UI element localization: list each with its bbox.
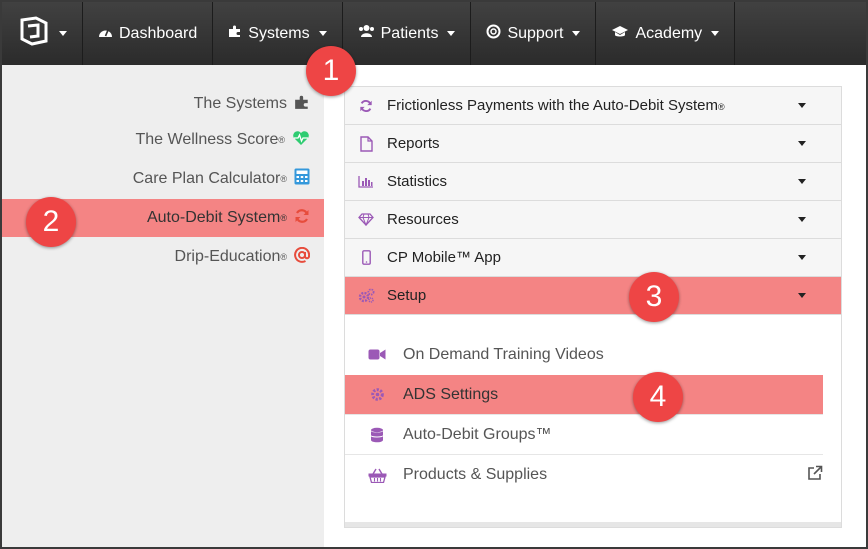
nav-patients-label: Patients	[380, 24, 439, 42]
systems-accordion: Frictionless Payments with the Auto-Debi…	[344, 86, 842, 528]
sidebar-item-wellness-score[interactable]: The Wellness Score®	[2, 121, 324, 159]
panel-footer	[345, 522, 841, 527]
chevron-down-icon	[798, 103, 806, 108]
top-navbar: Dashboard Systems Patients Support Acade…	[2, 2, 866, 65]
accordion-item-statistics[interactable]: Statistics	[345, 163, 841, 201]
sidebar: The Systems The Wellness Score® Care Pla…	[2, 65, 324, 547]
chevron-down-icon	[572, 31, 581, 36]
sidebar-item-label: Drip-Education®	[174, 248, 287, 265]
step-badge-3: 3	[629, 272, 679, 322]
diamond-icon	[357, 213, 375, 226]
menu-item-on-demand-training-videos[interactable]: On Demand Training Videos	[345, 335, 823, 375]
chevron-down-icon	[798, 179, 806, 184]
refresh-icon	[294, 208, 310, 229]
nav-patients[interactable]: Patients	[343, 2, 472, 65]
logo-icon	[18, 15, 50, 52]
puzzle-icon	[294, 94, 310, 115]
menu-item-label: Products & Supplies	[403, 466, 548, 483]
menu-item-label: On Demand Training Videos	[403, 345, 604, 363]
gears-icon	[357, 288, 375, 303]
chevron-down-icon	[798, 255, 806, 260]
accordion-item-label: Frictionless Payments with the Auto-Debi…	[387, 97, 725, 114]
nav-academy-label: Academy	[635, 24, 703, 42]
app-window: Dashboard Systems Patients Support Acade…	[0, 0, 868, 549]
accordion-item-reports[interactable]: Reports	[345, 125, 841, 163]
menu-item-label: Auto-Debit Groups™	[403, 425, 552, 443]
sidebar-item-label: Auto-Debit System®	[146, 209, 287, 226]
step-badge-4: 4	[633, 372, 683, 422]
accordion-item-label: Setup	[387, 287, 427, 304]
accordion-item-label: CP Mobile™ App	[387, 249, 501, 266]
sidebar-item-label: The Wellness Score®	[135, 131, 285, 148]
accordion-item-label: Resources	[387, 211, 459, 228]
accordion-item-cp-mobile-app[interactable]: CP Mobile™ App	[345, 239, 841, 277]
sidebar-item-care-plan-calculator[interactable]: Care Plan Calculator®	[2, 160, 324, 198]
accordion-item-frictionless-payments[interactable]: Frictionless Payments with the Auto-Debi…	[345, 87, 841, 125]
heartbeat-icon	[292, 130, 310, 151]
sidebar-item-label: The Systems	[193, 95, 287, 112]
accordion-item-resources[interactable]: Resources	[345, 201, 841, 239]
chevron-down-icon	[447, 31, 456, 36]
setup-submenu: On Demand Training Videos ADS Settings A…	[345, 315, 841, 525]
nav-dashboard[interactable]: Dashboard	[83, 2, 214, 65]
bar-chart-icon	[357, 175, 375, 188]
database-icon	[367, 427, 387, 443]
nav-support-label: Support	[507, 24, 564, 42]
accordion-item-setup[interactable]: Setup	[345, 277, 841, 315]
video-camera-icon	[367, 348, 387, 361]
step-badge-2: 2	[26, 197, 76, 247]
basket-icon	[367, 468, 387, 483]
users-icon	[358, 24, 375, 43]
external-link-icon[interactable]	[807, 465, 823, 486]
at-icon	[294, 246, 311, 268]
lifebuoy-icon	[486, 24, 501, 44]
chevron-down-icon	[798, 293, 806, 298]
menu-item-ads-settings[interactable]: ADS Settings	[345, 375, 823, 415]
chevron-down-icon	[798, 217, 806, 222]
sidebar-item-label: Care Plan Calculator®	[132, 170, 287, 187]
dashboard-icon	[98, 25, 113, 43]
graduation-cap-icon	[611, 25, 629, 43]
nav-systems-label: Systems	[248, 24, 310, 42]
nav-dashboard-label: Dashboard	[119, 24, 198, 42]
accordion-item-label: Statistics	[387, 173, 448, 190]
menu-item-products-supplies[interactable]: Products & Supplies	[345, 455, 823, 495]
chevron-down-icon	[318, 31, 327, 36]
gear-icon	[367, 387, 387, 402]
refresh-icon	[357, 99, 375, 113]
mobile-icon	[357, 250, 375, 265]
chevron-down-icon	[798, 141, 806, 146]
document-icon	[357, 135, 375, 152]
calculator-icon	[294, 168, 310, 190]
chevron-down-icon	[711, 31, 720, 36]
sidebar-item-the-systems[interactable]: The Systems	[2, 85, 324, 123]
nav-academy[interactable]: Academy	[596, 2, 736, 65]
brand-menu[interactable]	[2, 2, 83, 65]
menu-item-label: ADS Settings	[403, 385, 499, 403]
puzzle-icon	[228, 24, 242, 43]
menu-item-auto-debit-groups[interactable]: Auto-Debit Groups™	[345, 415, 823, 455]
nav-support[interactable]: Support	[471, 2, 597, 65]
chevron-down-icon	[58, 31, 67, 36]
step-badge-1: 1	[306, 46, 356, 96]
accordion-item-label: Reports	[387, 135, 440, 152]
